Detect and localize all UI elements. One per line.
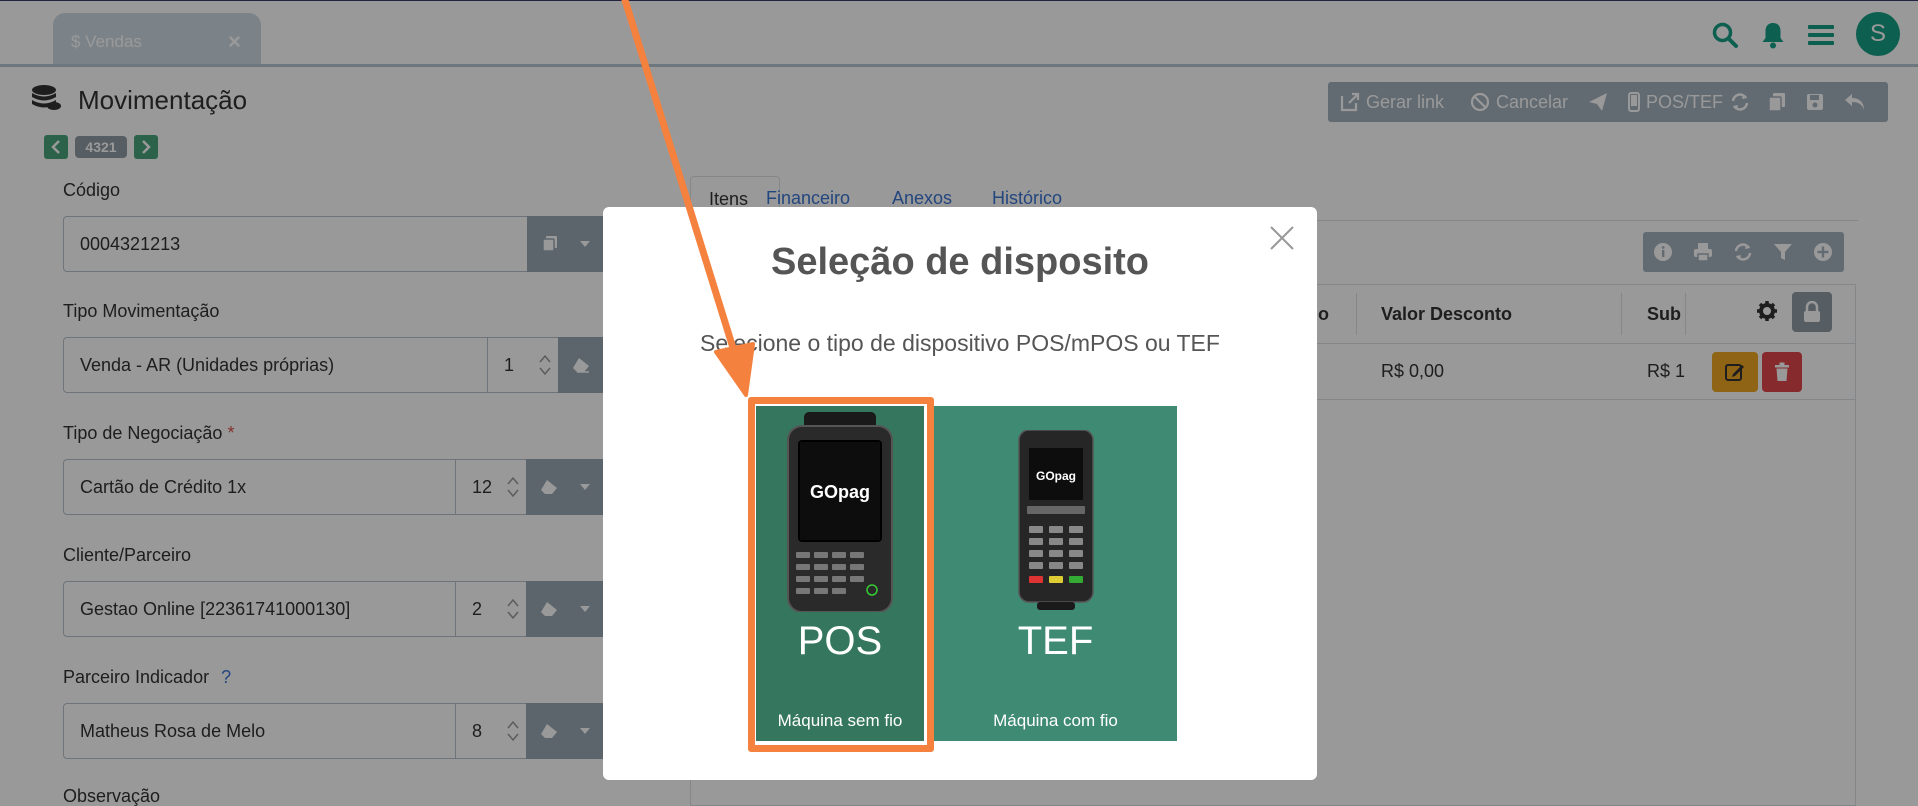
tef-option-caption: Máquina com fio: [993, 711, 1118, 730]
device-selection-modal: Seleção de disposito Selecione o tipo de…: [603, 207, 1317, 780]
tef-option-card[interactable]: GOpag TEF Máquina com fio: [934, 406, 1177, 741]
tef-option-title: TEF: [1017, 619, 1094, 663]
modal-title: Seleção de disposito: [771, 241, 1149, 283]
tef-brand-text: GOpag: [1035, 469, 1075, 483]
tef-terminal-image: GOpag: [1017, 430, 1094, 610]
modal-subtitle: Selecione o tipo de dispositivo POS/mPOS…: [700, 330, 1220, 356]
pos-highlight-frame: [748, 397, 934, 752]
